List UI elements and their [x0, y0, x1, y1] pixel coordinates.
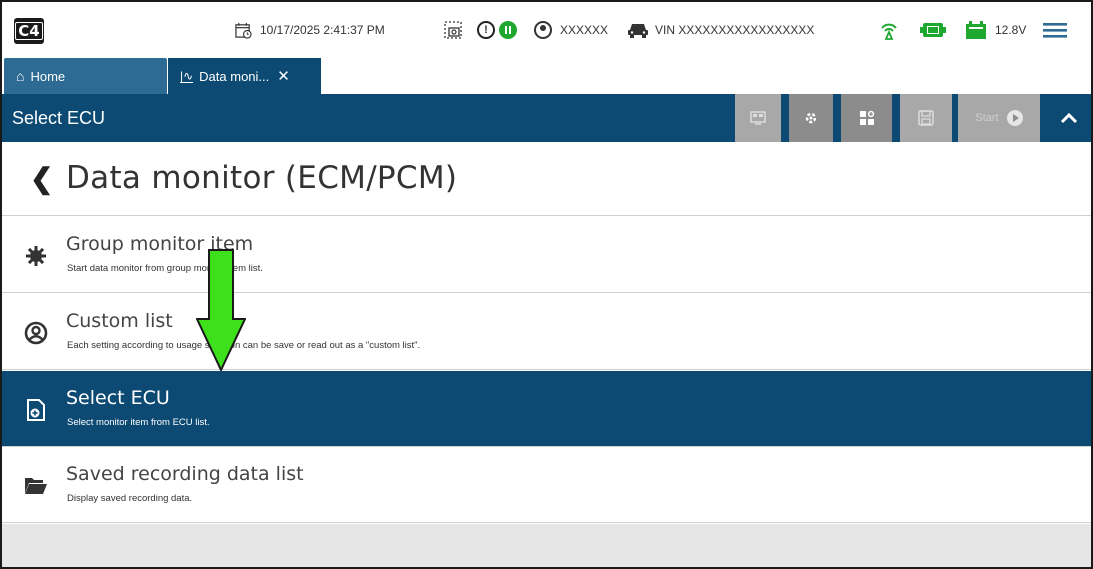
- user-icon: [24, 321, 48, 345]
- folder-icon: [24, 474, 48, 498]
- tab-data-monitor-label: Data moni...: [199, 68, 270, 84]
- menu-item-custom-list[interactable]: Custom list Each setting according to us…: [2, 294, 1091, 370]
- datetime-display: 10/17/2025 2:41:37 PM: [235, 2, 385, 58]
- status-bar: C4 10/17/2025 2:41:37 PM ! XXXXXX VIN XX…: [2, 2, 1091, 58]
- vci-battery-icon: [920, 23, 946, 37]
- vin-text: VIN XXXXXXXXXXXXXXXXX: [655, 23, 815, 37]
- gear-icon: [24, 244, 48, 268]
- menu-item-title: Select ECU: [66, 387, 170, 409]
- add-grid-icon: [859, 110, 874, 125]
- alert-icon: !: [477, 21, 495, 39]
- menu-item-group-monitor[interactable]: Group monitor item Start data monitor fr…: [2, 217, 1091, 293]
- close-icon[interactable]: ✕: [277, 67, 290, 85]
- chart-icon: |∿: [180, 68, 194, 83]
- menu-item-saved-recording[interactable]: Saved recording data list Display saved …: [2, 447, 1091, 523]
- home-icon: ⌂: [16, 68, 25, 84]
- display-button[interactable]: [735, 94, 781, 142]
- sync-gear-icon: [805, 112, 817, 124]
- alert-status[interactable]: !: [477, 2, 517, 58]
- app-logo: C4: [14, 18, 44, 44]
- tab-data-monitor[interactable]: |∿ Data moni... ✕: [168, 58, 321, 94]
- save-button[interactable]: [900, 94, 952, 142]
- datetime-text: 10/17/2025 2:41:37 PM: [260, 23, 385, 37]
- tab-home[interactable]: ⌂ Home: [4, 58, 167, 94]
- back-icon[interactable]: ❮: [30, 162, 53, 195]
- chevron-up-icon: [1060, 112, 1077, 124]
- empty-area: [2, 524, 1091, 567]
- main-menu-button[interactable]: [1042, 2, 1068, 58]
- vci-status: [920, 2, 946, 58]
- signal-status: [878, 2, 900, 58]
- save-icon: [918, 110, 934, 126]
- screenshot-button[interactable]: [443, 2, 463, 58]
- menu-item-desc: Display saved recording data.: [67, 493, 193, 504]
- page-title: Data monitor (ECM/PCM): [66, 160, 458, 196]
- monitor-icon: [750, 111, 766, 125]
- settings-button[interactable]: [789, 94, 833, 142]
- menu-item-title: Custom list: [66, 310, 173, 332]
- battery-icon: [966, 21, 986, 39]
- vin-display: VIN XXXXXXXXXXXXXXXXX: [627, 2, 814, 58]
- voltage-text: 12.8V: [995, 23, 1027, 37]
- menu-item-select-ecu[interactable]: Select ECU Select monitor item from ECU …: [2, 371, 1091, 447]
- battery-status: 12.8V: [965, 2, 1026, 58]
- collapse-button[interactable]: [1046, 94, 1091, 142]
- play-icon: [1006, 110, 1023, 126]
- green-arrow-annotation: [196, 249, 246, 371]
- start-label: Start: [975, 112, 999, 124]
- header-title: Select ECU: [12, 108, 106, 128]
- start-button[interactable]: Start: [958, 94, 1040, 142]
- user-display: XXXXXX: [534, 2, 608, 58]
- page-title-row: ❮ Data monitor (ECM/PCM): [2, 142, 1091, 216]
- user-text: XXXXXX: [560, 23, 609, 37]
- signal-icon: [881, 23, 897, 40]
- tab-home-label: Home: [30, 68, 66, 84]
- calendar-clock-icon: [235, 22, 252, 39]
- pause-icon[interactable]: [499, 21, 517, 39]
- header-bar: Select ECU Start: [2, 94, 1091, 142]
- screenshot-icon: [444, 21, 462, 39]
- menu-item-title: Saved recording data list: [66, 463, 304, 485]
- tab-bar: ⌂ Home |∿ Data moni... ✕: [2, 58, 1091, 94]
- add-item-button[interactable]: [841, 94, 892, 142]
- menu-icon: [1043, 23, 1067, 38]
- user-icon: [534, 21, 552, 39]
- menu-item-desc: Select monitor item from ECU list.: [67, 417, 210, 428]
- add-file-icon: [24, 398, 48, 422]
- car-icon: [628, 24, 648, 38]
